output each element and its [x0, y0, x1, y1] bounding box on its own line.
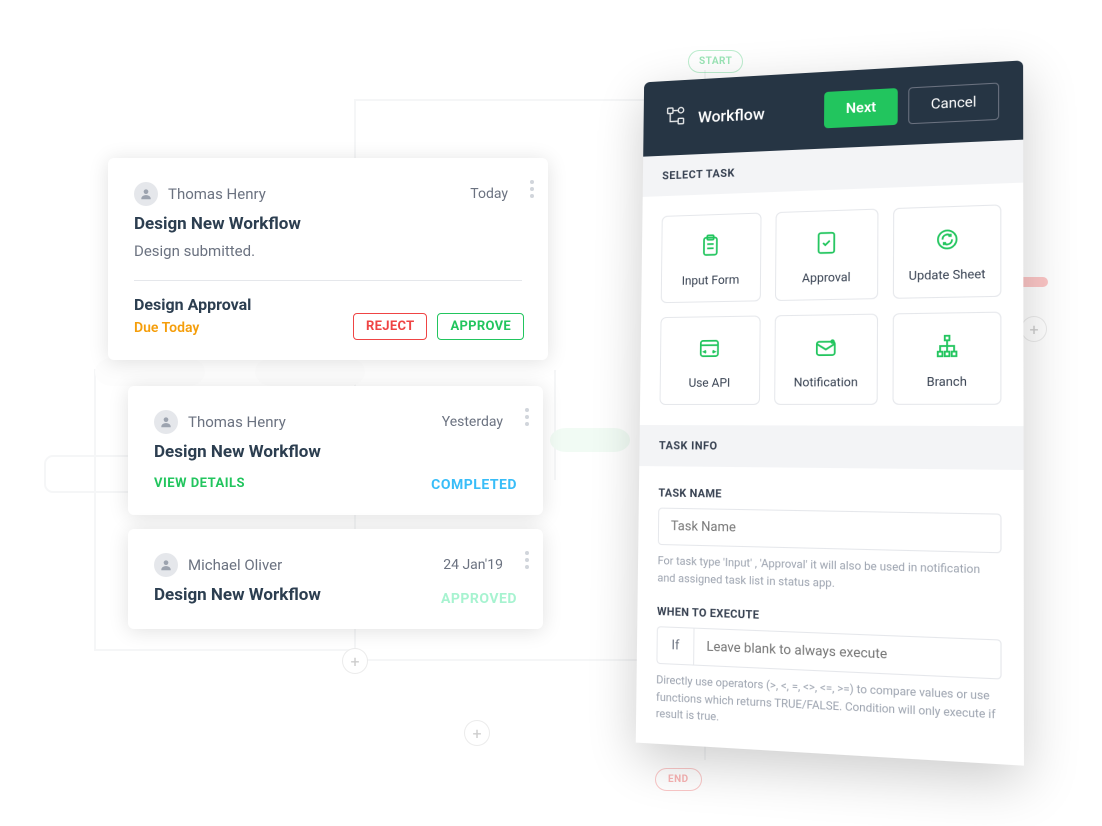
cancel-button[interactable]: Cancel	[909, 83, 1000, 125]
start-badge: START	[688, 50, 743, 73]
api-icon	[697, 335, 723, 361]
workflow-panel: Workflow Next Cancel SELECT TASK Input F…	[636, 60, 1024, 765]
mail-icon	[812, 334, 839, 361]
workflow-icon	[665, 104, 687, 131]
task-section: Design Approval	[134, 295, 522, 314]
divider	[134, 280, 522, 281]
add-node-button[interactable]: +	[342, 648, 368, 674]
end-badge: END	[655, 768, 702, 791]
avatar	[154, 410, 178, 434]
author-name: Thomas Henry	[188, 413, 286, 431]
panel-title: Workflow	[698, 104, 765, 126]
tile-label: Branch	[902, 374, 991, 389]
task-type-grid: Input Form Approval Update Sheet Use API Not…	[660, 204, 1002, 405]
tile-label: Notification	[783, 375, 869, 390]
condition-input[interactable]	[693, 628, 1001, 680]
more-menu-icon[interactable]	[530, 180, 534, 198]
task-type-branch[interactable]: Branch	[893, 312, 1002, 405]
task-card: Thomas Henry Yesterday Design New Workfl…	[128, 386, 543, 515]
branch-icon	[933, 332, 961, 360]
task-name-input[interactable]	[658, 508, 1002, 554]
section-header: TASK INFO	[639, 425, 1023, 470]
helper-text: Directly use operators (>, <, =, <>, <=,…	[656, 672, 1002, 742]
next-button[interactable]: Next	[824, 88, 898, 128]
avatar	[134, 182, 158, 206]
status-badge: COMPLETED	[431, 477, 517, 493]
add-node-button[interactable]: +	[1021, 316, 1047, 342]
more-menu-icon[interactable]	[525, 551, 529, 569]
task-title: Design New Workflow	[154, 442, 517, 462]
task-title: Design New Workflow	[134, 214, 522, 234]
field-label: TASK NAME	[658, 486, 1001, 505]
avatar	[154, 553, 178, 577]
tile-label: Use API	[668, 375, 750, 389]
add-node-button[interactable]: +	[464, 720, 490, 746]
refresh-doc-icon	[933, 226, 961, 254]
task-type-clipboard[interactable]: Input Form	[661, 213, 761, 304]
check-shield-icon	[813, 229, 840, 256]
task-subtitle: Design submitted.	[134, 242, 522, 260]
helper-text: For task type 'Input' , 'Approval' it wi…	[657, 553, 1001, 597]
task-date: 24 Jan'19	[443, 557, 503, 573]
author-name: Thomas Henry	[168, 185, 266, 203]
reject-button[interactable]: REJECT	[353, 313, 427, 340]
approve-button[interactable]: APPROVE	[437, 313, 524, 340]
task-type-api[interactable]: Use API	[660, 315, 761, 404]
task-type-check-shield[interactable]: Approval	[775, 209, 879, 302]
task-date: Yesterday	[442, 414, 503, 430]
tile-label: Input Form	[670, 272, 752, 288]
task-card: Michael Oliver 24 Jan'19 Design New Work…	[128, 529, 543, 629]
task-type-mail[interactable]: Notification	[774, 314, 879, 405]
tile-label: Approval	[784, 269, 869, 285]
task-card: Thomas Henry Today Design New Workflow D…	[108, 158, 548, 360]
if-prefix: If	[656, 626, 693, 665]
clipboard-icon	[698, 233, 724, 260]
more-menu-icon[interactable]	[525, 408, 529, 426]
tile-label: Update Sheet	[903, 267, 992, 284]
field-label: WHEN TO EXECUTE	[657, 605, 1002, 631]
task-date: Today	[470, 186, 508, 202]
status-badge: APPROVED	[441, 591, 517, 607]
task-type-refresh-doc[interactable]: Update Sheet	[893, 204, 1001, 298]
author-name: Michael Oliver	[188, 556, 282, 574]
